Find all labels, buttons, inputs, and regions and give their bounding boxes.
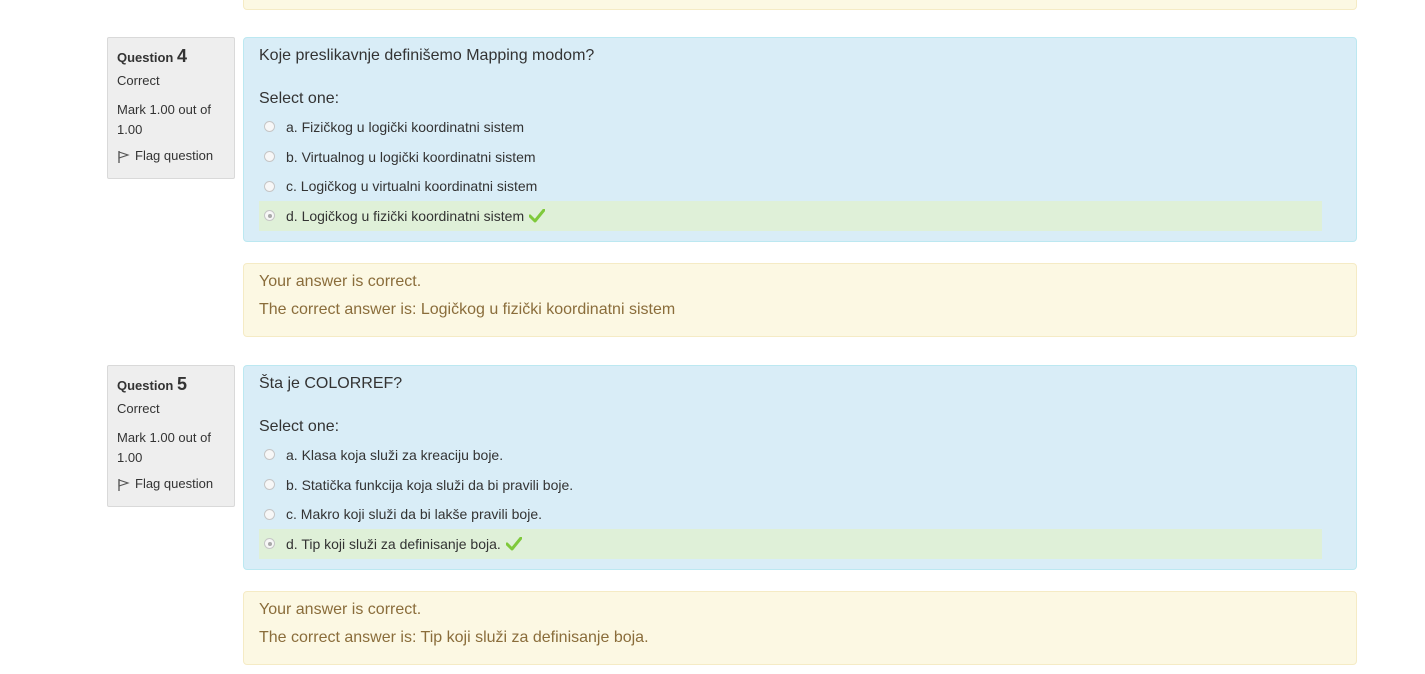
question-grade: Mark 1.00 out of 1.00 — [117, 102, 211, 137]
select-one-prompt: Select one: — [259, 418, 340, 435]
answer-option-d[interactable]: d. Logičkog u fizički koordinatni sistem — [259, 201, 1322, 231]
answer-option-d[interactable]: d. Tip koji služi za definisanje boja. — [259, 529, 1322, 559]
check-icon — [529, 208, 546, 223]
answer-label: a. Fizičkog u logički koordinatni sistem — [286, 118, 525, 135]
radio-button[interactable] — [264, 121, 275, 133]
answer-label: a. Klasa koja služi za kreaciju boje. — [286, 446, 504, 463]
answer-label: b. Statička funkcija koja služi da bi pr… — [286, 476, 574, 493]
radio-button[interactable] — [264, 180, 275, 192]
radio-button[interactable] — [264, 479, 275, 491]
radio-button-selected[interactable] — [264, 210, 275, 222]
flag-icon — [118, 479, 130, 491]
answer-list: a. Klasa koja služi za kreaciju boje. b.… — [259, 440, 1341, 559]
answer-label: d. Tip koji služi za definisanje boja. — [286, 535, 501, 552]
radio-button[interactable] — [264, 151, 275, 163]
correct-answer-text: The correct answer is: Logičkog u fizičk… — [259, 301, 676, 318]
flag-icon — [118, 151, 130, 163]
answer-option-a[interactable]: a. Fizičkog u logički koordinatni sistem — [259, 112, 1322, 142]
answer-option-b[interactable]: b. Statička funkcija koja služi da bi pr… — [259, 470, 1322, 500]
feedback-message: Your answer is correct. — [259, 601, 422, 618]
answer-label: b. Virtualnog u logički koordinatni sist… — [286, 148, 536, 165]
select-one-prompt: Select one: — [259, 90, 340, 107]
radio-button-selected[interactable] — [264, 538, 275, 550]
check-icon — [505, 536, 522, 551]
previous-question-feedback — [243, 0, 1357, 10]
question-state: Correct — [117, 73, 160, 88]
flag-question-button[interactable]: Flag question — [117, 148, 225, 164]
question-state: Correct — [117, 401, 160, 416]
question-text: Koje preslikavnje definišemo Mapping mod… — [259, 47, 595, 64]
question-text: Šta je COLORREF? — [259, 375, 403, 392]
question-formulation: Koje preslikavnje definišemo Mapping mod… — [243, 37, 1357, 242]
answer-label: c. Logičkog u virtualni koordinatni sist… — [286, 178, 538, 195]
answer-list: a. Fizičkog u logički koordinatni sistem… — [259, 112, 1341, 231]
radio-button[interactable] — [264, 449, 275, 461]
answer-label: d. Logičkog u fizički koordinatni sistem — [286, 207, 525, 224]
answer-option-c[interactable]: c. Makro koji služi da bi lakše pravili … — [259, 499, 1322, 529]
question-grade: Mark 1.00 out of 1.00 — [117, 430, 211, 465]
correct-answer-text: The correct answer is: Tip koji služi za… — [259, 629, 649, 646]
answer-label: c. Makro koji služi da bi lakše pravili … — [286, 506, 542, 523]
flag-question-button[interactable]: Flag question — [117, 476, 225, 492]
question-number: Question 5 — [117, 374, 187, 394]
answer-option-c[interactable]: c. Logičkog u virtualni koordinatni sist… — [259, 171, 1322, 201]
feedback-message: Your answer is correct. — [259, 273, 422, 290]
question-formulation: Šta je COLORREF? Select one: a. Klasa ko… — [243, 365, 1357, 570]
question-number: Question 4 — [117, 46, 187, 66]
question-feedback: Your answer is correct. The correct answ… — [243, 591, 1357, 665]
question-feedback: Your answer is correct. The correct answ… — [243, 263, 1357, 337]
answer-option-a[interactable]: a. Klasa koja služi za kreaciju boje. — [259, 440, 1322, 470]
radio-button[interactable] — [264, 508, 275, 520]
answer-option-b[interactable]: b. Virtualnog u logički koordinatni sist… — [259, 142, 1322, 172]
question-info: Question 4 Correct Mark 1.00 out of 1.00… — [107, 37, 235, 179]
question-info: Question 5 Correct Mark 1.00 out of 1.00… — [107, 365, 235, 507]
